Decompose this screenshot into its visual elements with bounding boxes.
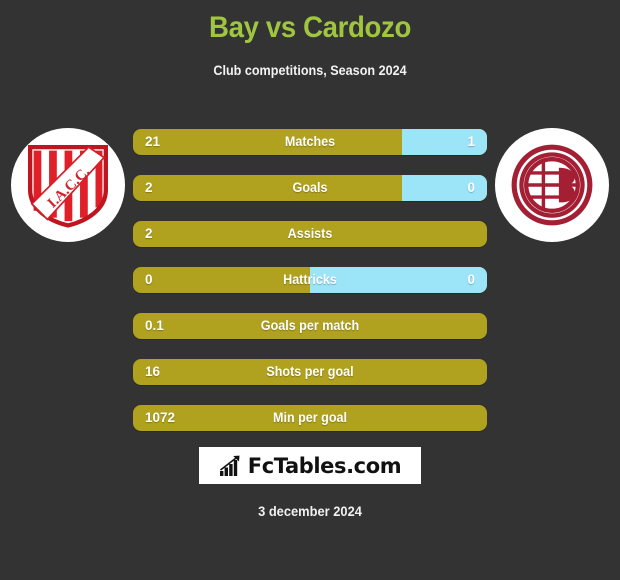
away-stat-value: 0: [467, 272, 475, 287]
fctables-logo[interactable]: FcTables.com: [199, 447, 421, 484]
fctables-brand-text: FcTables.com: [247, 453, 402, 478]
stat-label: Goals: [292, 180, 328, 195]
table-row: 16 Shots per goal: [133, 359, 487, 385]
table-row: 2 Assists: [133, 221, 487, 247]
stat-label: Hattricks: [283, 272, 337, 287]
table-row: 2 Goals 0: [133, 175, 487, 201]
page-subtitle: Club competitions, Season 2024: [213, 62, 407, 78]
home-team-badge: I.A.C.C.: [3, 128, 133, 258]
stats-list: 21 Matches 1 2 Goals 0 2 Assists 0 Hattr…: [133, 129, 487, 451]
instituto-atletico-central-cordoba-crest-icon: I.A.C.C.: [28, 145, 108, 228]
table-row: 21 Matches 1: [133, 129, 487, 155]
club-atletico-lanus-crest-icon: [511, 144, 593, 226]
stat-label: Assists: [287, 226, 333, 241]
report-date: 3 december 2024: [258, 503, 362, 519]
stat-comparison-card: Bay vs Cardozo Club competitions, Season…: [0, 0, 620, 580]
away-stat-value: 0: [467, 180, 475, 195]
table-row: 0 Hattricks 0: [133, 267, 487, 293]
stat-label: Matches: [284, 134, 336, 149]
table-row: 0.1 Goals per match: [133, 313, 487, 339]
away-stat-value: 1: [467, 134, 475, 149]
stat-label: Goals per match: [260, 318, 360, 333]
table-row: 1072 Min per goal: [133, 405, 487, 431]
away-team-badge: [487, 128, 617, 258]
page-title: Bay vs Cardozo: [209, 11, 411, 44]
bar-chart-growth-icon: [219, 455, 240, 476]
stat-label: Min per goal: [273, 410, 347, 425]
stat-label: Shots per goal: [266, 364, 354, 379]
